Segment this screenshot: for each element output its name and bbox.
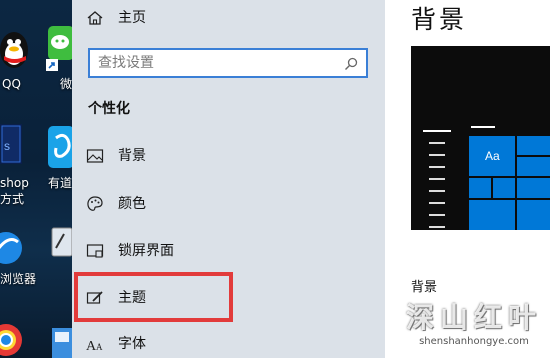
desktop-label-youdao: 有道 — [48, 176, 72, 190]
watermark-url: shenshanhongye.com — [419, 336, 529, 347]
section-title-personalization: 个性化 — [88, 101, 130, 117]
desktop-label-shortcut: 方式 — [0, 192, 25, 206]
settings-sidebar: 主页 查找设置 个性化 背景 颜色 锁屏界面 主题 AA 字体 — [72, 0, 385, 358]
qq-penguin-icon[interactable] — [0, 22, 34, 70]
chrome-icon[interactable] — [0, 320, 22, 358]
nav-label-background: 背景 — [118, 148, 146, 164]
desktop-label-wechat: 微 — [60, 77, 72, 91]
svg-text:A: A — [96, 342, 103, 352]
watermark-text: 深山红叶 — [405, 301, 542, 334]
svg-text:s: s — [4, 139, 10, 153]
nav-label-lock-screen: 锁屏界面 — [118, 243, 174, 259]
app-window-icon[interactable] — [50, 322, 72, 358]
home-icon — [86, 9, 104, 27]
nav-home-label: 主页 — [118, 10, 146, 26]
desktop-label-qq: QQ — [2, 77, 21, 91]
desktop-label-photoshop: shop — [0, 176, 29, 190]
page-title: 背景 — [411, 5, 468, 34]
background-subhead: 背景 — [411, 280, 438, 295]
nav-item-fonts[interactable]: AA 字体 — [72, 326, 385, 358]
desktop-strip: QQ 微 s shop 方式 有道 浏览器 — [0, 0, 72, 358]
nav-label-fonts: 字体 — [118, 336, 146, 352]
highlight-box-themes — [74, 272, 233, 322]
search-settings-input[interactable]: 查找设置 — [88, 48, 368, 78]
background-preview: Aa — [411, 46, 550, 230]
shortcut-arrow-icon — [46, 56, 58, 71]
nav-label-colors: 颜色 — [118, 196, 146, 212]
nav-item-lock-screen[interactable]: 锁屏界面 — [72, 233, 385, 269]
palette-icon — [86, 195, 104, 213]
browser-icon[interactable] — [0, 226, 22, 270]
search-placeholder: 查找设置 — [98, 55, 154, 71]
lock-screen-icon — [86, 242, 104, 260]
nav-item-home[interactable]: 主页 — [72, 0, 385, 36]
preview-tile-label: Aa — [485, 149, 500, 163]
photoshop-icon[interactable]: s — [0, 124, 22, 164]
nav-item-background[interactable]: 背景 — [72, 138, 385, 174]
desktop-label-browser: 浏览器 — [0, 272, 37, 286]
font-icon: AA — [86, 335, 104, 354]
nav-item-colors[interactable]: 颜色 — [72, 186, 385, 222]
search-icon[interactable] — [344, 56, 358, 70]
youdao-icon[interactable] — [48, 126, 72, 168]
site-watermark: 深山红叶 shenshanhongye.com — [398, 296, 550, 358]
picture-icon — [86, 147, 104, 165]
tablet-app-icon[interactable] — [50, 226, 72, 258]
